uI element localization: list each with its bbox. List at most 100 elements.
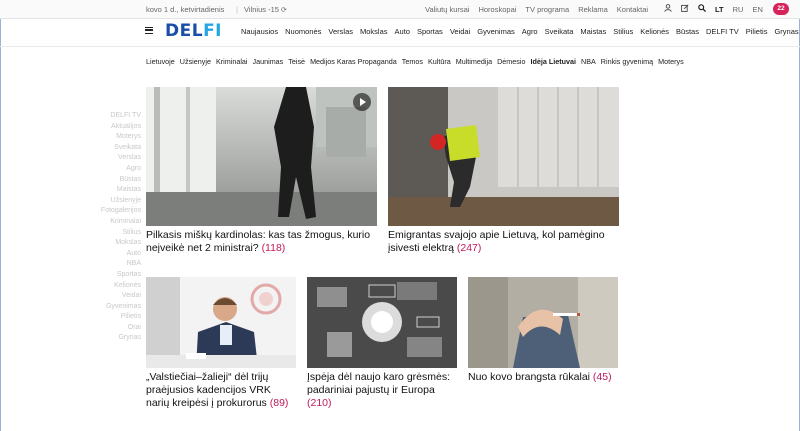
subnav-item[interactable]: Lietuvoje (146, 57, 175, 66)
subnav-item[interactable]: Temos (402, 57, 423, 66)
nav-item-mokslas[interactable]: Mokslas (360, 27, 388, 36)
article-headline[interactable]: „Valstiečiai–žalieji“ dėl trijų praėjusi… (146, 371, 296, 410)
side-menu-item[interactable]: Mokslas (101, 238, 141, 249)
side-menu-item[interactable]: Sportas (101, 270, 141, 281)
side-menu-item[interactable]: Gyvenimas (101, 302, 141, 313)
nav-item-veidai[interactable]: Veidai (450, 27, 470, 36)
subnav-item[interactable]: Teisė (288, 57, 305, 66)
comment-count[interactable]: (45) (593, 371, 612, 383)
subnav-item[interactable]: Kultūra (428, 57, 451, 66)
subnav-item[interactable]: Rinkis gyvenimą (601, 57, 653, 66)
link-horoscopes[interactable]: Horoskopai (478, 5, 516, 14)
article-headline[interactable]: Pilkasis miškų kardinolas: kas tas žmogu… (146, 229, 377, 255)
comment-count[interactable]: (210) (307, 397, 332, 409)
link-currency[interactable]: Valiutų kursai (425, 5, 469, 14)
side-menu-item[interactable]: NBA (101, 259, 141, 270)
article-headline[interactable]: Nuo kovo brangsta rūkalai (45) (468, 371, 618, 384)
user-icon[interactable] (664, 4, 672, 12)
side-menu-item[interactable]: Būstas (101, 175, 141, 186)
article-card[interactable]: Emigrantas svajojo apie Lietuvą, kol pam… (388, 87, 619, 255)
subnav-item-active[interactable]: Idėja Lietuvai (530, 57, 576, 66)
nav-item-delfi-tv[interactable]: DELFI TV (706, 27, 739, 36)
lang-ru[interactable]: RU (733, 5, 744, 14)
side-menu-item[interactable]: Užsienyje (101, 196, 141, 207)
side-menu-item[interactable]: Agro (101, 164, 141, 175)
subnav-item[interactable]: Jaunimas (253, 57, 284, 66)
nav-item-verslas[interactable]: Verslas (328, 27, 353, 36)
menu-icon[interactable] (145, 27, 153, 34)
article-title[interactable]: „Valstiečiai–žalieji“ dėl trijų praėjusi… (146, 371, 271, 409)
comment-count[interactable]: (247) (457, 242, 482, 254)
nav-item-sveikata[interactable]: Sveikata (545, 27, 574, 36)
nav-item-bustas[interactable]: Būstas (676, 27, 699, 36)
side-menu-item[interactable]: DELFI TV (101, 111, 141, 122)
side-menu-item[interactable]: Orai (101, 323, 141, 334)
lang-en[interactable]: EN (752, 5, 762, 14)
side-menu-item[interactable]: Pilietis (101, 312, 141, 323)
date-text: kovo 1 d., ketvirtadienis (146, 5, 225, 14)
lang-lt[interactable]: LT (715, 5, 724, 14)
subnav-item[interactable]: Dėmesio (497, 57, 525, 66)
nav-item-pilietis[interactable]: Pilietis (746, 27, 768, 36)
side-menu-item[interactable]: Fotogalerijos (101, 206, 141, 217)
side-menu-item[interactable]: Sveikata (101, 143, 141, 154)
delfi-logo[interactable]: DELFI (165, 21, 222, 41)
article-image-press-conference[interactable] (146, 277, 296, 368)
nav-item-grynas[interactable]: Grynas (774, 27, 798, 36)
article-image-construction[interactable] (388, 87, 619, 226)
side-menu-item[interactable]: Moterys (101, 132, 141, 143)
language-switcher: LT RU EN (715, 5, 763, 14)
weather-widget[interactable]: | Vilnius -15 ⟳ (232, 5, 287, 14)
article-card[interactable]: Nuo kovo brangsta rūkalai (45) (468, 277, 618, 384)
subnav-item[interactable]: Moterys (658, 57, 684, 66)
subnav-item[interactable]: NBA (581, 57, 596, 66)
comment-count[interactable]: (89) (270, 397, 289, 409)
nav-item-stilius[interactable]: Stilius (613, 27, 633, 36)
nav-item-maistas[interactable]: Maistas (580, 27, 606, 36)
faded-side-menu: DELFI TV Aktualijos Moterys Sveikata Ver… (101, 111, 141, 344)
article-image-silhouette[interactable] (146, 87, 377, 226)
video-play-icon[interactable] (353, 93, 371, 111)
nav-item-keliones[interactable]: Kelionės (640, 27, 669, 36)
subnav-item[interactable]: Užsienyje (180, 57, 211, 66)
nav-item-gyvenimas[interactable]: Gyvenimas (477, 27, 515, 36)
side-menu-item[interactable]: Kriminalai (101, 217, 141, 228)
link-advertising[interactable]: Reklama (578, 5, 608, 14)
article-headline[interactable]: Įspėja dėl naujo karo grėsmės: padarinia… (307, 371, 457, 410)
weather-text: Vilnius -15 (244, 5, 279, 14)
side-menu-item[interactable]: Verslas (101, 153, 141, 164)
article-title[interactable]: Emigrantas svajojo apie Lietuvą, kol pam… (388, 229, 605, 254)
article-title[interactable]: Įspėja dėl naujo karo grėsmės: padarinia… (307, 371, 450, 396)
divider (0, 46, 800, 47)
search-icon[interactable] (698, 4, 707, 13)
nav-item-agro[interactable]: Agro (522, 27, 538, 36)
notification-badge[interactable]: 22 (773, 3, 789, 15)
side-menu-item[interactable]: Grynas (101, 333, 141, 344)
article-card[interactable]: Įspėja dėl naujo karo grėsmės: padarinia… (307, 277, 457, 410)
side-menu-item[interactable]: Aktualijos (101, 122, 141, 133)
link-tv-program[interactable]: TV programa (525, 5, 569, 14)
comment-count[interactable]: (118) (262, 242, 286, 254)
subnav-item[interactable]: Multimedija (456, 57, 492, 66)
article-title[interactable]: Pilkasis miškų kardinolas: kas tas žmogu… (146, 229, 370, 254)
nav-item-nuomones[interactable]: Nuomonės (285, 27, 321, 36)
side-menu-item[interactable]: Auto (101, 249, 141, 260)
nav-item-auto[interactable]: Auto (395, 27, 410, 36)
article-headline[interactable]: Emigrantas svajojo apie Lietuvą, kol pam… (388, 229, 619, 255)
article-image-aerial-strike[interactable] (307, 277, 457, 368)
edit-icon[interactable] (681, 4, 689, 12)
nav-item-sportas[interactable]: Sportas (417, 27, 443, 36)
link-contacts[interactable]: Kontaktai (617, 5, 648, 14)
side-menu-item[interactable]: Maistas (101, 185, 141, 196)
nav-item-naujausios[interactable]: Naujausios (241, 27, 278, 36)
side-menu-item[interactable]: Stilius (101, 228, 141, 239)
article-title[interactable]: Nuo kovo brangsta rūkalai (468, 371, 590, 383)
subnav-item[interactable]: Kriminalai (216, 57, 248, 66)
side-menu-item[interactable]: Kelionės (101, 281, 141, 292)
article-image-smoking-hands[interactable] (468, 277, 618, 368)
subnav-item[interactable]: Medijos Karas Propaganda (310, 57, 397, 66)
side-menu-item[interactable]: Veidai (101, 291, 141, 302)
article-card[interactable]: „Valstiečiai–žalieji“ dėl trijų praėjusi… (146, 277, 296, 410)
article-card[interactable]: Pilkasis miškų kardinolas: kas tas žmogu… (146, 87, 377, 255)
main-navigation: DELFI Naujausios Nuomonės Verslas Moksla… (0, 19, 800, 46)
